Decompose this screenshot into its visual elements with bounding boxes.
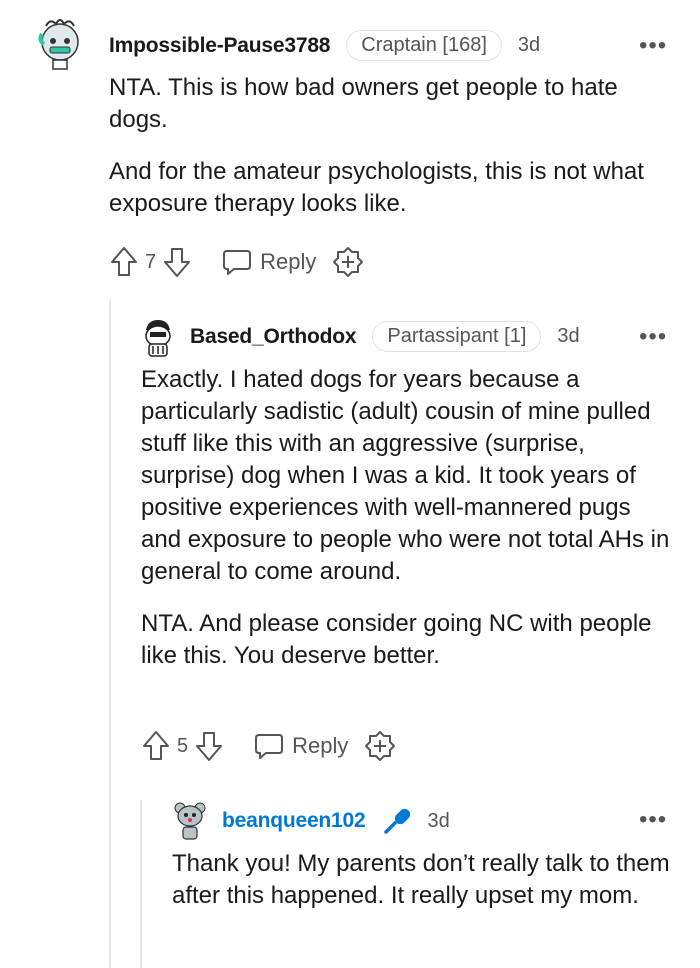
vote-count: 7 [145, 250, 157, 273]
arrow-down-icon[interactable] [194, 729, 224, 763]
comment-paragraph: NTA. This is how bad owners get people t… [109, 74, 618, 133]
username[interactable]: Impossible-Pause3788 [109, 34, 330, 58]
thread-line[interactable] [109, 300, 111, 968]
user-flair: Craptain [168] [346, 30, 502, 61]
more-options-button[interactable]: ••• [639, 325, 667, 349]
timestamp: 3d [557, 325, 580, 347]
reply-label: Reply [292, 733, 349, 758]
reply-label: Reply [260, 249, 317, 274]
arrow-down-icon[interactable] [162, 245, 192, 279]
reply-button[interactable]: Reply [254, 731, 348, 761]
avatar[interactable] [172, 800, 208, 840]
timestamp: 3d [517, 34, 541, 56]
comment-paragraph: NTA. And please consider going NC with p… [141, 610, 652, 669]
arrow-up-icon[interactable] [109, 245, 139, 279]
comment-paragraph: Exactly. I hated dogs for years because … [141, 366, 670, 585]
microphone-icon [383, 808, 410, 834]
speech-bubble-icon [255, 734, 284, 759]
comment-paragraph: And for the amateur psychologists, this … [109, 158, 644, 217]
speech-bubble-icon [223, 250, 252, 275]
comment-body: NTA. This is how bad owners get people t… [109, 72, 669, 240]
more-options-button[interactable]: ••• [639, 34, 667, 58]
user-flair: Partassipant [1] [372, 321, 542, 352]
comment-body: Thank you! My parents don’t really talk … [172, 848, 677, 932]
vote-count: 5 [177, 734, 189, 757]
award-plus-icon[interactable] [332, 246, 364, 278]
reply-button[interactable]: Reply [222, 247, 316, 277]
timestamp: 3d [427, 809, 450, 832]
username[interactable]: Based_Orthodox [190, 325, 357, 349]
more-options-button[interactable]: ••• [639, 808, 667, 832]
avatar[interactable] [36, 12, 84, 72]
avatar[interactable] [140, 316, 176, 358]
arrow-up-icon[interactable] [141, 729, 171, 763]
comment-body: Exactly. I hated dogs for years because … [141, 364, 676, 692]
award-plus-icon[interactable] [364, 730, 396, 762]
comment-paragraph: Thank you! My parents don’t really talk … [172, 850, 670, 909]
thread-line[interactable] [140, 800, 142, 968]
username[interactable]: beanqueen102 [222, 809, 366, 833]
